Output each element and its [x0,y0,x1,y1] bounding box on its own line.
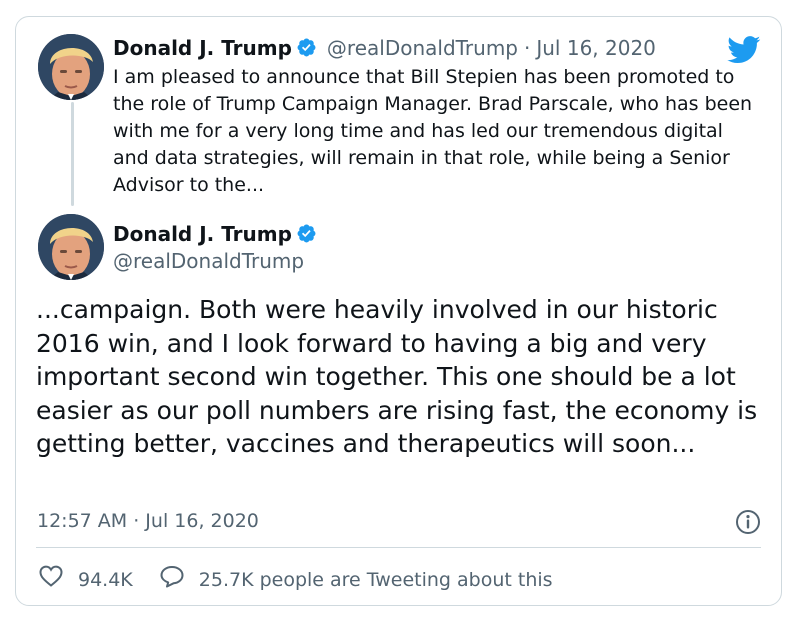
parent-tweet-header: Donald J. Trump @realDonaldTrump · Jul 16, … [113,34,656,67]
heart-icon[interactable] [38,564,64,596]
like-count[interactable]: 94.4K [78,566,133,594]
parent-tweet-text: I am pleased to announce that Bill Stepi… [113,66,753,196]
author-name[interactable]: Donald J. Trump [113,36,292,60]
divider [36,547,761,548]
author-handle[interactable]: @realDonaldTrump [327,36,518,60]
separator-dot: · [524,36,531,60]
avatar[interactable] [38,34,104,100]
avatar[interactable] [38,214,104,280]
author-handle[interactable]: @realDonaldTrump [113,248,304,274]
engagement-stats: 94.4K 25.7K people are Tweeting about th… [38,564,553,596]
author-name[interactable]: Donald J. Trump [113,222,292,246]
info-icon[interactable] [735,509,761,539]
tweeting-count-link[interactable]: 25.7K people are Tweeting about this [199,566,553,594]
thread-connector-line [71,102,74,206]
speech-bubble-icon[interactable] [159,564,185,596]
tweet-date[interactable]: Jul 16, 2020 [536,36,656,60]
main-tweet-text: ...campaign. Both were heavily involved … [36,295,758,458]
tweet-timestamp[interactable]: 12:57 AM · Jul 16, 2020 [37,508,259,534]
verified-badge-icon [296,37,317,67]
